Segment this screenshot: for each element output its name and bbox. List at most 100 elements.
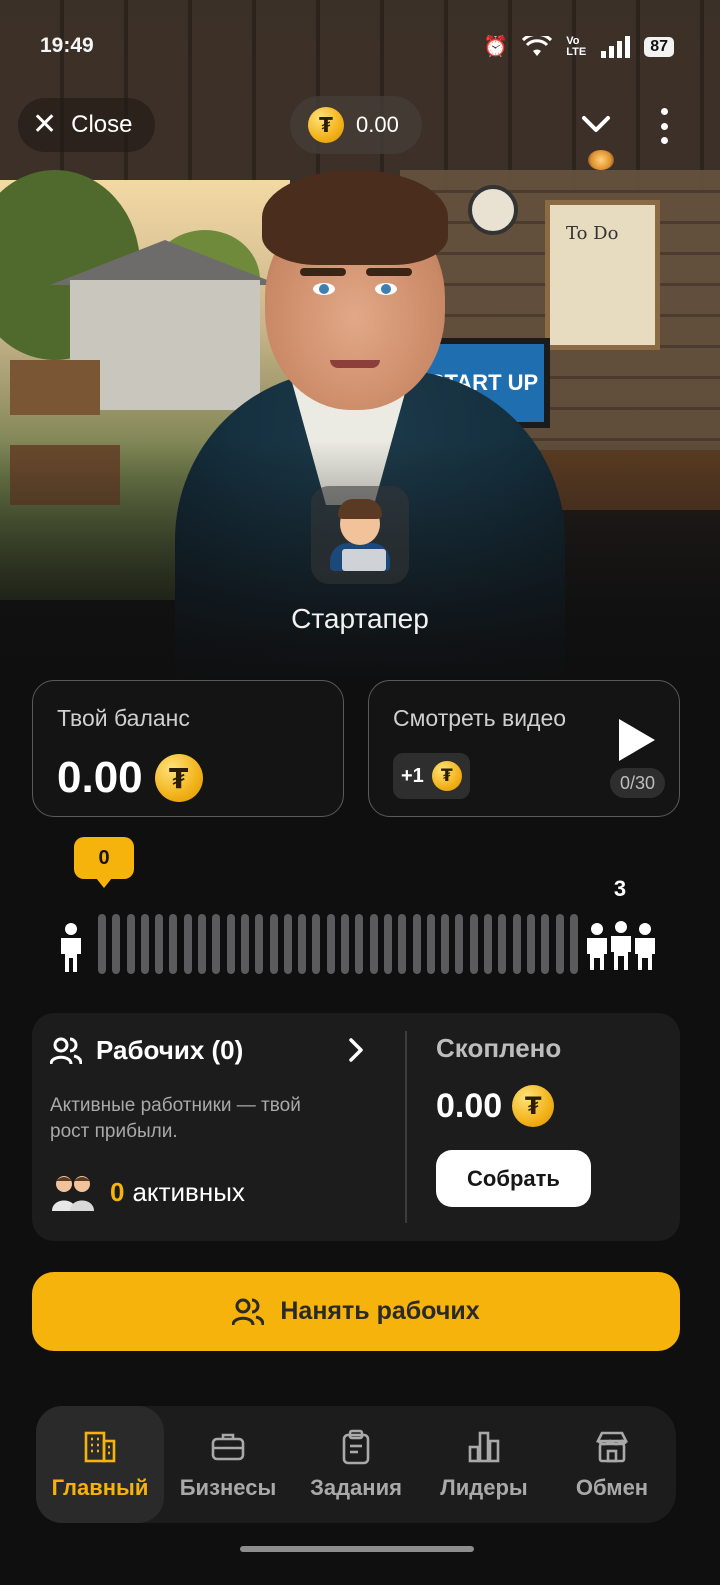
watch-video-label: Смотреть видео [393,705,567,731]
battery-indicator: 87 [644,36,674,57]
progress-tick [312,914,321,974]
more-dot [660,122,668,130]
volte-icon: Vo LTE [566,34,587,58]
clipboard-icon [342,1429,370,1464]
balance-card: Твой баланс 0.00 ₮ [32,680,344,817]
status-icons: ⏰ Vo LTE 87 [483,34,674,59]
users-icon [50,1037,82,1064]
progress-tick [569,914,578,974]
nav-item-leaders[interactable]: Лидеры [420,1406,548,1523]
saved-value-row: 0.00 ₮ [436,1085,555,1127]
progress-tick [498,914,507,974]
progress-tick [255,914,264,974]
ceiling-lamp [588,150,614,170]
top-balance-pill[interactable]: ₮ 0.00 [290,96,422,154]
more-dot [660,108,668,115]
tether-coin-icon: ₮ [431,761,462,791]
progress-tick [169,914,178,974]
progress-tick [283,914,292,974]
progress-current-tooltip: 0 [74,837,134,888]
active-workers-count: 0 [110,1176,125,1207]
character-brow [366,268,412,276]
progress-tick [240,914,249,974]
progress-tick [555,914,564,974]
signal-icon [601,35,631,58]
chevron-down-icon[interactable] [578,104,614,144]
progress-tick [398,914,407,974]
character-eye [313,283,335,295]
two-workers-icon [52,1176,94,1211]
video-reward-chip: +1 ₮ [393,753,470,799]
status-bar: 19:49 ⏰ Vo LTE 87 [0,0,720,90]
progress-tick [155,914,164,974]
play-icon[interactable] [619,719,655,761]
progress-tick [112,914,121,974]
hire-workers-label: Нанять рабочих [280,1297,480,1325]
progress-tick [369,914,378,974]
people-group-icon [587,921,655,970]
progress-tick [541,914,550,974]
progress-tick [198,914,207,974]
active-workers-row: 0 активных [50,1173,245,1211]
saved-value: 0.00 [436,1086,503,1125]
watch-video-card[interactable]: Смотреть видео +1 ₮ 0/30 [368,680,680,817]
progress-tick [455,914,464,974]
nav-item-businesses[interactable]: Бизнесы [164,1406,292,1523]
workers-description: Активные работники — твой рост прибыли. [50,1095,301,1142]
briefcase-icon [211,1433,245,1460]
tether-coin-icon: ₮ [154,754,203,802]
progress-max-value: 3 [613,876,627,901]
progress-tick [183,914,192,974]
progress-tick [412,914,421,974]
wall-clock [468,185,518,235]
character-hair [262,170,448,265]
tether-coin-icon: ₮ [308,107,344,143]
single-person-icon [61,923,81,972]
progress-tick [140,914,149,974]
nav-item-tasks[interactable]: Задания [292,1406,420,1523]
more-dot [660,137,668,144]
progress-tick [212,914,221,974]
nav-label: Лидеры [440,1474,528,1500]
video-counter: 0/30 [609,768,665,798]
startup-avatar-icon [328,499,392,571]
home-indicator[interactable] [240,1546,474,1552]
progress-tick [226,914,235,974]
bar-chart-icon [468,1431,500,1462]
level-badge[interactable] [311,486,409,584]
balance-value: 0.00 [57,753,143,802]
character-brow [300,268,346,276]
balance-value-row: 0.00 ₮ [57,753,203,803]
todo-board: To Do [545,200,660,350]
progress-tick [484,914,493,974]
tether-coin-icon: ₮ [512,1085,555,1127]
balance-label: Твой баланс [57,705,190,731]
progress-tick [383,914,392,974]
collect-button[interactable]: Собрать [436,1150,591,1207]
users-icon [232,1298,265,1325]
nav-item-home[interactable]: Главный [36,1406,164,1523]
progress-tick [355,914,364,974]
status-time: 19:49 [40,34,94,57]
progress-tick [469,914,478,974]
nav-label: Задания [310,1474,402,1500]
close-button[interactable]: ✕ Close [18,98,155,152]
workers-header[interactable]: Рабочих (0) [50,1035,243,1066]
todo-board-label: To Do [566,223,619,244]
nav-item-exchange[interactable]: Обмен [548,1406,676,1523]
character-mouth [330,360,380,368]
top-balance-value: 0.00 [356,112,399,137]
nav-label: Бизнесы [179,1474,277,1500]
workers-panel: Рабочих (0) Активные работники — твой ро… [32,1013,680,1241]
chevron-right-icon[interactable] [346,1035,366,1065]
alarm-icon: ⏰ [483,36,509,58]
boxes [10,360,100,415]
bottom-navigation: Главный Бизнесы Задания Лидеры Обмен [36,1406,676,1523]
panel-divider [405,1031,407,1223]
house-roof [50,240,280,285]
progress-tick [269,914,278,974]
more-menu-button[interactable] [650,104,678,148]
hire-workers-button[interactable]: Нанять рабочих [32,1272,680,1351]
active-workers-label: активных [132,1176,245,1207]
character-eye [375,283,397,295]
